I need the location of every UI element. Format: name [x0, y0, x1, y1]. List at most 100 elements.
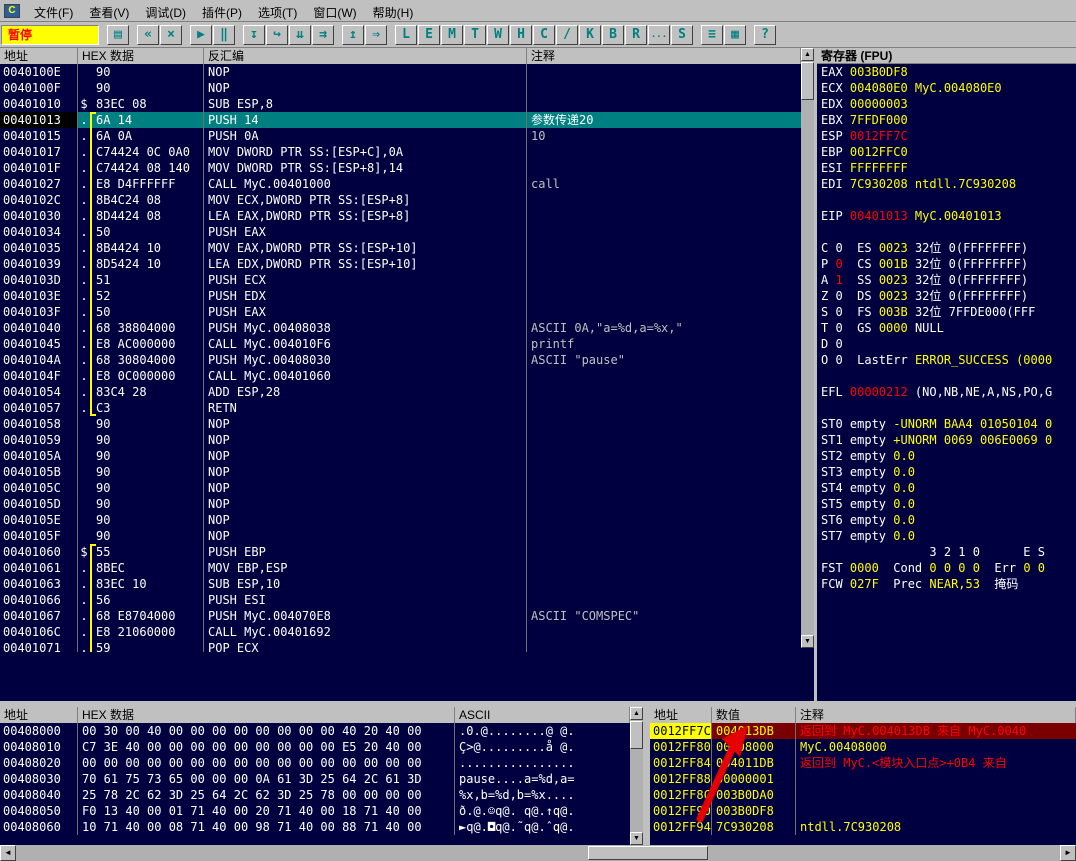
- register-row[interactable]: FST 0000 Cond 0 0 0 0 Err 0 0: [817, 560, 1076, 576]
- menu-item-options[interactable]: 选项(T): [250, 0, 305, 21]
- bottom-splitter[interactable]: [643, 707, 650, 845]
- register-row[interactable]: O 0 LastErr ERROR_SUCCESS (0000: [817, 352, 1076, 368]
- register-row[interactable]: ST4 empty 0.0: [817, 480, 1076, 496]
- disasm-row[interactable]: 0040100F 90 NOP: [0, 80, 801, 96]
- disasm-row[interactable]: 00401015. 6A 0A PUSH 0A 10: [0, 128, 801, 144]
- goto-button[interactable]: ⇒: [365, 24, 387, 45]
- disasm-row[interactable]: 0040105F 90 NOP: [0, 528, 801, 544]
- register-row[interactable]: C 0 ES 0023 32位 0(FFFFFFFF): [817, 240, 1076, 256]
- scroll-up-button[interactable]: ▲: [801, 48, 814, 61]
- dump-row[interactable]: 00408040 25 78 2C 62 3D 25 64 2C 62 3D 25…: [0, 787, 630, 803]
- disasm-row[interactable]: 00401040. 68 38804000 PUSH MyC.00408038 ASC…: [0, 320, 801, 336]
- register-row[interactable]: D 0: [817, 336, 1076, 352]
- step-over-button[interactable]: ↪: [266, 24, 288, 45]
- register-row[interactable]: P 0 CS 001B 32位 0(FFFFFFFF): [817, 256, 1076, 272]
- register-row[interactable]: ST2 empty 0.0: [817, 448, 1076, 464]
- register-row[interactable]: EFL 00000212 (NO,NB,NE,A,NS,PO,G: [817, 384, 1076, 400]
- register-row[interactable]: EDX 00000003: [817, 96, 1076, 112]
- register-row[interactable]: ST0 empty -UNORM BAA4 01050104 0: [817, 416, 1076, 432]
- disasm-row[interactable]: 00401071. 59 POP ECX: [0, 640, 801, 652]
- stack-row[interactable]: 0012FF90 003B0DF8: [650, 803, 1076, 819]
- register-row[interactable]: EBP 0012FFC0: [817, 144, 1076, 160]
- disasm-row[interactable]: 00401063. 83EC 10 SUB ESP,10: [0, 576, 801, 592]
- app-icon[interactable]: C: [4, 3, 20, 18]
- disasm-row[interactable]: 0040100E 90 NOP: [0, 64, 801, 80]
- disasm-row[interactable]: 00401059 90 NOP: [0, 432, 801, 448]
- disasm-row[interactable]: 00401054. 83C4 28 ADD ESP,28: [0, 384, 801, 400]
- disasm-row[interactable]: 0040106C. E8 21060000 CALL MyC.00401692: [0, 624, 801, 640]
- menu-item-view[interactable]: 查看(V): [81, 0, 137, 21]
- register-row[interactable]: ECX 004080E0 MyC.004080E0: [817, 80, 1076, 96]
- dump-row[interactable]: 00408050 F0 13 40 00 01 71 40 00 20 71 40…: [0, 803, 630, 819]
- stack-row[interactable]: 0012FF84 004011DB 返回到 MyC.<模块入口点>+0B4 来自: [650, 755, 1076, 771]
- register-row[interactable]: ST3 empty 0.0: [817, 464, 1076, 480]
- disasm-row[interactable]: 0040105C 90 NOP: [0, 480, 801, 496]
- scroll-up-button[interactable]: ▲: [630, 707, 643, 720]
- disasm-row[interactable]: 0040105B 90 NOP: [0, 464, 801, 480]
- close-button[interactable]: ×: [160, 24, 182, 45]
- disasm-row[interactable]: 00401039. 8D5424 10 LEA EDX,DWORD PTR SS:[…: [0, 256, 801, 272]
- view-cpu-button[interactable]: C: [533, 24, 555, 45]
- disasm-row[interactable]: 0040104A. 68 30804000 PUSH MyC.00408030 ASC…: [0, 352, 801, 368]
- stack-row[interactable]: 0012FF94 7C930208 ntdll.7C930208: [650, 819, 1076, 835]
- register-row[interactable]: EDI 7C930208 ntdll.7C930208: [817, 176, 1076, 192]
- disasm-scrollbar[interactable]: ▲ ▼: [801, 48, 814, 648]
- stack-row[interactable]: 0012FF7C 004013DB 返回到 MyC.004013DB 来自 MyC.…: [650, 723, 1076, 739]
- menu-item-plugins[interactable]: 插件(P): [194, 0, 250, 21]
- menu-item-help[interactable]: 帮助(H): [365, 0, 422, 21]
- view-references-button[interactable]: R: [625, 24, 647, 45]
- register-row[interactable]: ST5 empty 0.0: [817, 496, 1076, 512]
- view-run-trace-button[interactable]: ...: [648, 24, 670, 45]
- disasm-row[interactable]: 00401027. E8 D4FFFFFF CALL MyC.00401000 cal…: [0, 176, 801, 192]
- scroll-down-button[interactable]: ▼: [801, 635, 814, 648]
- disasm-row[interactable]: 0040104F. E8 0C000000 CALL MyC.00401060: [0, 368, 801, 384]
- view-source-button[interactable]: S: [671, 24, 693, 45]
- windows-list-button[interactable]: ▦: [724, 24, 746, 45]
- view-windows-button[interactable]: W: [487, 24, 509, 45]
- disasm-row[interactable]: 00401030. 8D4424 08 LEA EAX,DWORD PTR SS:[…: [0, 208, 801, 224]
- view-memory-button[interactable]: M: [441, 24, 463, 45]
- register-row[interactable]: EBX 7FFDF000: [817, 112, 1076, 128]
- pause-button[interactable]: ‖: [213, 24, 235, 45]
- disasm-row[interactable]: 00401067. 68 E8704000 PUSH MyC.004070E8 ASC…: [0, 608, 801, 624]
- register-row[interactable]: A 1 SS 0023 32位 0(FFFFFFFF): [817, 272, 1076, 288]
- dump-row[interactable]: 00408060 10 71 40 00 08 71 40 00 98 71 40…: [0, 819, 630, 835]
- animate-into-button[interactable]: ⇊: [289, 24, 311, 45]
- help-button[interactable]: ?: [754, 24, 776, 45]
- view-handles-button[interactable]: H: [510, 24, 532, 45]
- horizontal-scrollbar-thumb[interactable]: [588, 846, 708, 860]
- register-row[interactable]: EIP 00401013 MyC.00401013: [817, 208, 1076, 224]
- until-return-button[interactable]: ↥: [342, 24, 364, 45]
- register-row[interactable]: T 0 GS 0000 NULL: [817, 320, 1076, 336]
- scroll-left-button[interactable]: ◄: [0, 845, 16, 861]
- view-log-button[interactable]: L: [395, 24, 417, 45]
- disasm-row[interactable]: 00401013. 6A 14 PUSH 14 参数传递20: [0, 112, 801, 128]
- register-row[interactable]: ST6 empty 0.0: [817, 512, 1076, 528]
- menu-item-window[interactable]: 窗口(W): [305, 0, 364, 21]
- dump-scrollbar[interactable]: ▲ ▼: [630, 707, 643, 845]
- disasm-row[interactable]: 00401061. 8BEC MOV EBP,ESP: [0, 560, 801, 576]
- disasm-row[interactable]: 0040103F. 50 PUSH EAX: [0, 304, 801, 320]
- view-patches-button[interactable]: /: [556, 24, 578, 45]
- appearance-button[interactable]: ≡: [701, 24, 723, 45]
- register-row[interactable]: S 0 FS 003B 32位 7FFDE000(FFF: [817, 304, 1076, 320]
- dump-scrollbar-thumb[interactable]: [630, 721, 643, 749]
- horizontal-scrollbar[interactable]: ◄ ►: [0, 845, 1076, 861]
- disasm-row[interactable]: 0040105D 90 NOP: [0, 496, 801, 512]
- register-row[interactable]: ESP 0012FF7C: [817, 128, 1076, 144]
- register-row[interactable]: ESI FFFFFFFF: [817, 160, 1076, 176]
- disasm-row[interactable]: 00401010 $83EC 08 SUB ESP,8: [0, 96, 801, 112]
- view-executables-button[interactable]: E: [418, 24, 440, 45]
- run-button[interactable]: ▶: [190, 24, 212, 45]
- disasm-row[interactable]: 00401060 $55 PUSH EBP: [0, 544, 801, 560]
- disasm-row[interactable]: 00401035. 8B4424 10 MOV EAX,DWORD PTR SS:[…: [0, 240, 801, 256]
- disasm-row[interactable]: 0040103E. 52 PUSH EDX: [0, 288, 801, 304]
- stack-row[interactable]: 0012FF8C 003B0DA0: [650, 787, 1076, 803]
- register-row[interactable]: 3 2 1 0 E S: [817, 544, 1076, 560]
- disasm-row[interactable]: 0040103D. 51 PUSH ECX: [0, 272, 801, 288]
- view-threads-button[interactable]: T: [464, 24, 486, 45]
- open-button[interactable]: ▤: [107, 24, 129, 45]
- disasm-row[interactable]: 0040105E 90 NOP: [0, 512, 801, 528]
- disasm-row[interactable]: 00401057. C3 RETN: [0, 400, 801, 416]
- dump-row[interactable]: 00408000 00 30 00 40 00 00 00 00 00 00 00…: [0, 723, 630, 739]
